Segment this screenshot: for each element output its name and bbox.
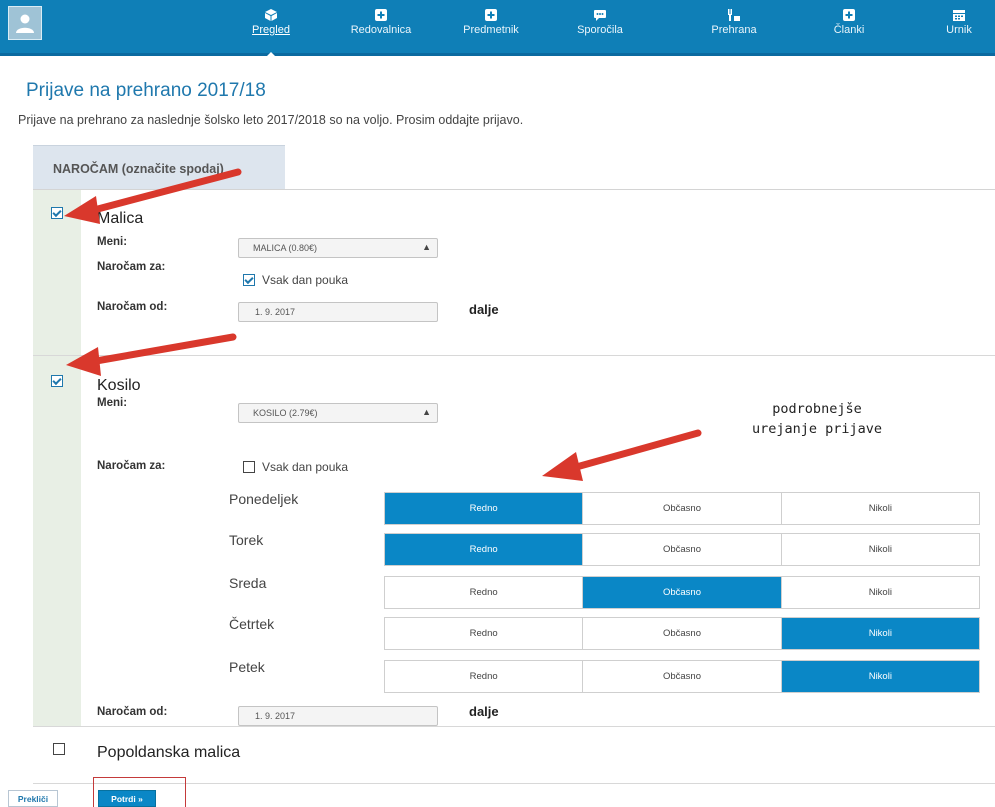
option-redno-button[interactable]: Redno <box>385 618 584 649</box>
calendar-icon <box>953 10 965 21</box>
kosilo-menu-select[interactable]: KOSILO (2.79€) ▲︎ <box>238 403 438 423</box>
nav-item-redovalnica[interactable]: Redovalnica <box>326 4 436 52</box>
option-nikoli-button[interactable]: Nikoli <box>781 534 979 565</box>
day-option-group: Redno Občasno Nikoli <box>384 617 980 650</box>
nav-item-predmetnik[interactable]: Predmetnik <box>436 4 546 52</box>
option-obcasno-button[interactable]: Občasno <box>583 577 782 608</box>
intro-text: Prijave na prehrano za naslednje šolsko … <box>18 113 524 127</box>
malica-dalje-label: dalje <box>469 302 499 317</box>
malica-date-input[interactable]: 1. 9. 2017 <box>238 302 438 322</box>
option-obcasno-button[interactable]: Občasno <box>583 493 782 524</box>
option-redno-button[interactable]: Redno <box>385 534 584 565</box>
malica-menu-select[interactable]: MALICA (0.80€) ▲︎ <box>238 238 438 258</box>
divider <box>33 355 995 356</box>
day-label: Petek <box>229 659 265 675</box>
popoldanska-malica-checkbox[interactable] <box>53 743 65 755</box>
chat-bubble-icon <box>594 10 606 21</box>
option-nikoli-button[interactable]: Nikoli <box>781 493 979 524</box>
nav-item-label: Predmetnik <box>463 24 519 36</box>
option-redno-button[interactable]: Redno <box>385 661 584 692</box>
plus-square-icon <box>375 9 387 21</box>
malica-vsak-dan-checkbox[interactable] <box>243 274 255 286</box>
option-redno-button[interactable]: Redno <box>385 493 584 524</box>
kosilo-menu-value: KOSILO (2.79€) <box>253 408 318 418</box>
kosilo-dalje-label: dalje <box>469 704 499 719</box>
nav-item-label: Pregled <box>252 24 290 36</box>
tab-narocam[interactable]: NAROČAM (označite spodaj) <box>33 145 285 189</box>
kosilo-narocam-od-label: Naročam od: <box>97 706 168 718</box>
food-icon <box>728 9 740 21</box>
option-obcasno-button[interactable]: Občasno <box>583 534 782 565</box>
nav-item-prehrana[interactable]: Prehrana <box>679 4 789 52</box>
annotation-text: podrobnejše urejanje prijave <box>712 399 922 439</box>
option-nikoli-button[interactable]: Nikoli <box>781 618 979 649</box>
kosilo-meni-label: Meni: <box>97 397 128 409</box>
kosilo-vsak-dan-checkbox[interactable] <box>243 461 255 473</box>
confirm-button[interactable]: Potrdi » <box>98 790 156 807</box>
day-option-group: Redno Občasno Nikoli <box>384 576 980 609</box>
malica-vsak-dan-label: Vsak dan pouka <box>262 273 349 287</box>
day-option-group: Redno Občasno Nikoli <box>384 533 980 566</box>
plus-square-icon <box>485 9 497 21</box>
day-label: Sreda <box>229 575 267 591</box>
nav-item-label: Redovalnica <box>350 24 412 36</box>
cube-icon <box>265 9 277 21</box>
malica-narocam-od-label: Naročam od: <box>97 301 168 313</box>
nav-item-urnik[interactable]: Urnik <box>904 4 995 52</box>
malica-menu-value: MALICA (0.80€) <box>253 243 318 253</box>
top-navigation-bar: Pregled Redovalnica Predmetnik Sporočila Pre… <box>0 0 995 59</box>
user-avatar[interactable] <box>8 6 42 40</box>
annotation-line-1: podrobnejše <box>772 401 862 417</box>
nav-item-label: Članki <box>833 24 865 36</box>
cancel-button[interactable]: Prekliči <box>8 790 58 807</box>
option-nikoli-button[interactable]: Nikoli <box>781 577 979 608</box>
option-redno-button[interactable]: Redno <box>385 577 584 608</box>
malica-title: Malica <box>97 210 144 227</box>
nav-item-pregled[interactable]: Pregled <box>216 4 326 59</box>
plus-square-icon <box>843 9 855 21</box>
popoldanska-malica-title: Popoldanska malica <box>97 744 241 761</box>
divider <box>33 726 995 727</box>
kosilo-vsak-dan-label: Vsak dan pouka <box>262 460 349 474</box>
day-option-group: Redno Občasno Nikoli <box>384 660 980 693</box>
annotation-line-2: urejanje prijave <box>751 421 883 437</box>
order-panel <box>33 189 995 784</box>
kosilo-date-input[interactable]: 1. 9. 2017 <box>238 706 438 726</box>
kosilo-checkbox[interactable] <box>51 375 63 387</box>
nav-item-label: Urnik <box>946 24 972 36</box>
nav-item-label: Sporočila <box>577 24 623 36</box>
day-label: Četrtek <box>229 616 275 632</box>
page-title: Prijave na prehrano 2017/18 <box>26 80 266 101</box>
day-option-group: Redno Občasno Nikoli <box>384 492 980 525</box>
select-arrows-icon: ▲︎ <box>422 407 431 417</box>
option-nikoli-button[interactable]: Nikoli <box>781 661 979 692</box>
kosilo-title: Kosilo <box>97 377 141 394</box>
option-obcasno-button[interactable]: Občasno <box>583 661 782 692</box>
day-label: Ponedeljek <box>229 491 299 507</box>
selected-rows-highlight <box>33 190 81 726</box>
malica-checkbox[interactable] <box>51 207 63 219</box>
kosilo-narocam-za-label: Naročam za: <box>97 460 166 472</box>
nav-item-sporočila[interactable]: Sporočila <box>545 4 655 52</box>
malica-narocam-za-label: Naročam za: <box>97 261 166 273</box>
day-label: Torek <box>229 532 264 548</box>
malica-meni-label: Meni: <box>97 236 128 248</box>
select-arrows-icon: ▲︎ <box>422 242 431 252</box>
nav-item-label: Prehrana <box>711 24 757 36</box>
nav-item-članki[interactable]: Članki <box>794 4 904 52</box>
user-icon <box>16 14 34 33</box>
option-obcasno-button[interactable]: Občasno <box>583 618 782 649</box>
